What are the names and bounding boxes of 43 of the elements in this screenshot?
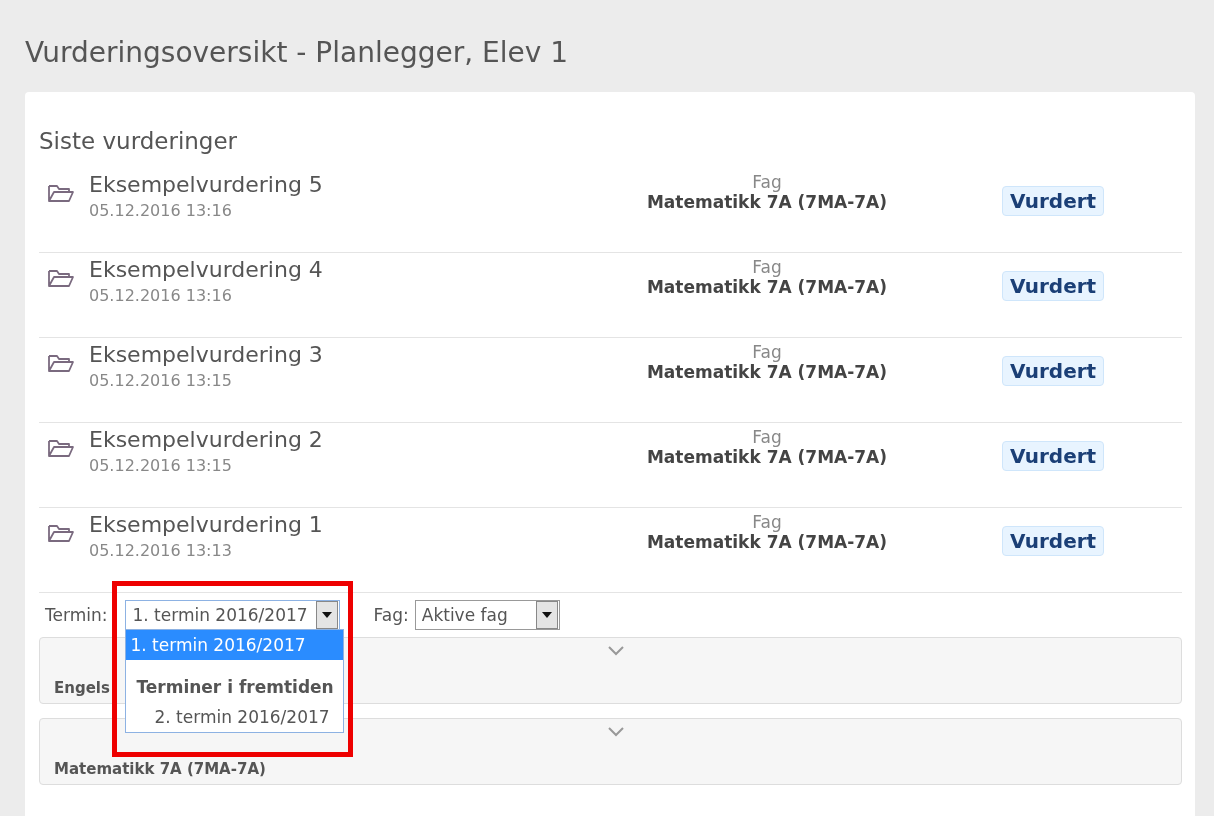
term-select[interactable]: 1. termin 2016/2017 bbox=[125, 600, 340, 630]
assessment-title[interactable]: Eksempelvurdering 1 bbox=[89, 512, 323, 537]
folder-icon bbox=[47, 522, 75, 544]
subject-name: Matematikk 7A (7MA-7A) bbox=[646, 532, 888, 552]
assessment-date: 05.12.2016 13:15 bbox=[89, 371, 233, 390]
caret-icon bbox=[321, 612, 332, 618]
section-title: Siste vurderinger bbox=[39, 128, 239, 154]
option-group-label: Terminer i fremtiden bbox=[135, 676, 335, 699]
subject-label: Fag bbox=[752, 257, 782, 277]
folder-icon bbox=[47, 352, 75, 374]
status-badge: Vurdert bbox=[1002, 526, 1105, 556]
subject-name: Matematikk 7A (7MA-7A) bbox=[646, 192, 888, 212]
page-title: Vurderingsoversikt - Planlegger, Elev 1 bbox=[24, 35, 569, 71]
assessment-date: 05.12.2016 13:16 bbox=[89, 286, 233, 305]
status-badge: Vurdert bbox=[1002, 441, 1105, 471]
assessment-title[interactable]: Eksempelvurdering 3 bbox=[89, 342, 323, 367]
assessment-date: 05.12.2016 13:15 bbox=[89, 456, 233, 475]
subject-label: Fag bbox=[752, 342, 782, 362]
subject-name: Matematikk 7A (7MA-7A) bbox=[646, 277, 888, 297]
folder-icon bbox=[47, 267, 75, 289]
assessment-title[interactable]: Eksempelvurdering 2 bbox=[89, 427, 323, 452]
status-badge: Vurdert bbox=[1002, 271, 1105, 301]
status-badge: Vurdert bbox=[1002, 356, 1105, 386]
panel-title: Matematikk 7A (7MA-7A) bbox=[54, 760, 266, 778]
folder-icon bbox=[47, 182, 75, 204]
assessment-title[interactable]: Eksempelvurdering 4 bbox=[89, 257, 323, 282]
status-badge: Vurdert bbox=[1002, 186, 1105, 216]
panel-title: Engels bbox=[54, 679, 110, 697]
term-label: Termin: bbox=[45, 605, 108, 625]
folder-icon bbox=[47, 437, 75, 459]
chevron-icon bbox=[608, 646, 624, 656]
chevron-icon bbox=[608, 727, 624, 737]
assessment-date: 05.12.2016 13:13 bbox=[89, 541, 233, 560]
assessment-date: 05.12.2016 13:16 bbox=[89, 201, 233, 220]
subject-label: Fag bbox=[752, 512, 782, 532]
subject-name: Matematikk 7A (7MA-7A) bbox=[646, 362, 888, 382]
subject-filter-label: Fag: bbox=[373, 605, 409, 625]
subject-label: Fag bbox=[752, 427, 782, 447]
subject-label: Fag bbox=[752, 172, 782, 192]
caret-icon bbox=[541, 612, 552, 618]
subject-name: Matematikk 7A (7MA-7A) bbox=[646, 447, 888, 467]
subject-select[interactable]: Aktive fag bbox=[414, 600, 560, 630]
assessment-title[interactable]: Eksempelvurdering 5 bbox=[89, 172, 323, 197]
